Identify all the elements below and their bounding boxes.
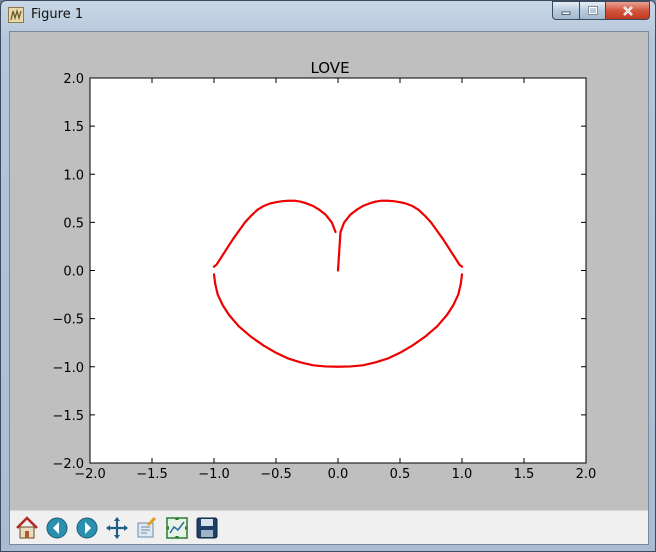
y-tick-label: 1.5 — [63, 120, 84, 135]
y-tick-label: −1.0 — [52, 361, 84, 376]
maximize-icon — [587, 5, 598, 15]
forward-arrow-icon — [76, 517, 98, 539]
back-arrow-icon — [46, 517, 68, 539]
configure-subplots-button[interactable] — [163, 514, 191, 542]
save-button[interactable] — [193, 514, 221, 542]
y-tick-label: 2.0 — [63, 72, 84, 87]
configure-subplots-icon — [166, 517, 188, 539]
x-tick-label: −1.0 — [198, 467, 230, 482]
x-tick-label: −1.5 — [136, 467, 168, 482]
close-button[interactable] — [605, 1, 650, 20]
back-button[interactable] — [43, 514, 71, 542]
zoom-button[interactable] — [133, 514, 161, 542]
y-tick-label: −1.5 — [52, 409, 84, 424]
save-disk-icon — [196, 517, 218, 539]
x-tick-label: 1.0 — [452, 467, 473, 482]
home-button[interactable] — [13, 514, 41, 542]
x-tick-label: 2.0 — [576, 467, 597, 482]
y-tick-label: 1.0 — [63, 168, 84, 183]
matplotlib-figure-icon — [8, 7, 24, 23]
pan-move-icon — [106, 517, 128, 539]
y-tick-label: −0.5 — [52, 313, 84, 328]
pan-button[interactable] — [103, 514, 131, 542]
figure-canvas: LOVE −2.0 −1.5 −1.0 −0.5 0.0 0.5 1.0 1.5 2.0 2.0 1… — [9, 31, 649, 545]
y-tick-label: 0.0 — [63, 265, 84, 280]
minimize-icon — [561, 11, 571, 15]
x-tick-label: 0.5 — [390, 467, 411, 482]
x-tick-label: 1.5 — [514, 467, 535, 482]
figure-window: Figure 1 LOVE −2.0 −1.5 −1.0 −0.5 0.0 0.5 1.0 1… — [0, 0, 656, 552]
window-title: Figure 1 — [31, 7, 84, 22]
close-icon — [622, 5, 633, 16]
minimize-button[interactable] — [552, 1, 579, 20]
x-tick-label: 0.0 — [328, 467, 349, 482]
title-bar[interactable]: Figure 1 — [1, 1, 655, 30]
plot-area: −2.0 −1.5 −1.0 −0.5 0.0 0.5 1.0 1.5 2.0 2.0 1.5 1.0… — [52, 72, 597, 482]
navigation-toolbar — [10, 510, 648, 544]
home-icon — [16, 516, 38, 539]
y-tick-label: −2.0 — [52, 457, 84, 472]
y-tick-label: 0.5 — [63, 216, 84, 231]
x-tick-label: −0.5 — [260, 467, 292, 482]
forward-button[interactable] — [73, 514, 101, 542]
maximize-button[interactable] — [579, 1, 605, 20]
zoom-rect-icon — [137, 516, 157, 538]
window-controls — [552, 1, 650, 21]
